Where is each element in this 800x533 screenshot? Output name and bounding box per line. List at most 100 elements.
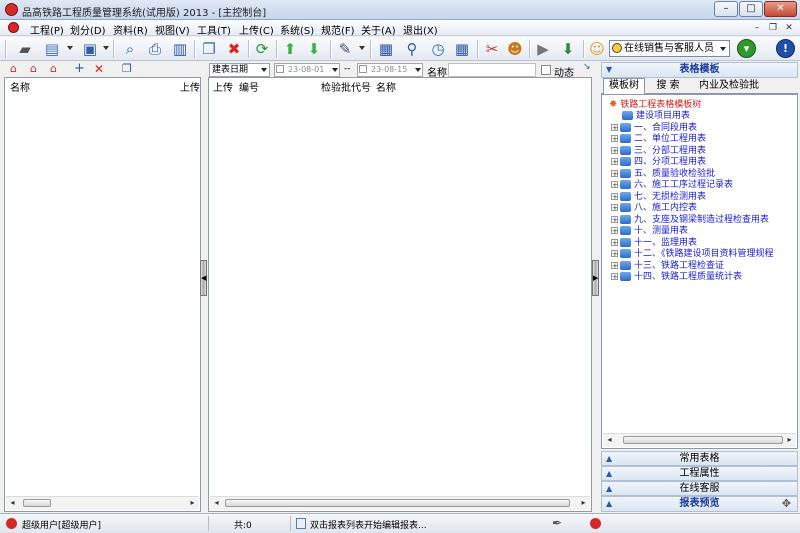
tree-item[interactable]: + 八、施工内控表 (611, 203, 697, 214)
section-report-preview[interactable]: ▲ 报表预览 ✥ (601, 496, 798, 512)
expand-icon[interactable]: + (611, 146, 618, 154)
download-icon[interactable]: ⬇ (558, 39, 578, 59)
date-to-checkbox[interactable] (359, 65, 367, 73)
column-header-upload[interactable]: 上传 (213, 79, 233, 94)
copy-node-icon[interactable]: ❐ (122, 62, 132, 75)
expand-icon[interactable]: + (611, 192, 618, 200)
center-horizontal-scrollbar[interactable]: ◂ ▸ (210, 496, 590, 510)
scroll-left-arrow[interactable]: ◂ (603, 434, 616, 446)
column-header-upload[interactable]: 上传 (180, 79, 200, 94)
message-icon[interactable]: ▦ (376, 39, 396, 59)
scroll-thumb[interactable] (23, 499, 51, 507)
column-header-name[interactable]: 名称 (376, 79, 396, 94)
home-icon[interactable]: ⌂ (10, 62, 17, 75)
expand-icon[interactable]: + (611, 215, 618, 223)
delete-icon[interactable]: ✖ (224, 39, 244, 59)
tab-internal-inspection[interactable]: 内业及检验批 (693, 79, 765, 94)
scroll-left-arrow[interactable]: ◂ (210, 497, 223, 509)
chevron-down-icon[interactable] (103, 46, 109, 50)
service-select[interactable]: 在线销售与客服人员 (609, 40, 730, 57)
tab-search[interactable]: 搜 索 (647, 79, 689, 94)
scroll-right-arrow[interactable]: ▸ (783, 434, 796, 446)
remove-icon[interactable]: ✕ (94, 62, 104, 76)
tools-icon[interactable]: ✂ (482, 39, 502, 59)
mdi-close-icon[interactable]: ✕ (782, 22, 796, 34)
users-icon[interactable]: ☻ (505, 39, 525, 59)
move-down-icon[interactable]: ⬇ (304, 39, 324, 59)
scroll-left-arrow[interactable]: ◂ (6, 497, 19, 509)
expand-icon[interactable]: + (611, 123, 618, 131)
column-header-batch-code[interactable]: 检验批代号 (321, 79, 371, 94)
chevron-down-icon[interactable] (359, 46, 365, 50)
open-folder-icon[interactable]: ▰ (15, 39, 35, 59)
report-list-panel[interactable]: 上传 编号 检验批代号 名称 ◂ ▸ (208, 77, 592, 512)
chevron-down-icon[interactable] (332, 68, 338, 72)
refresh-icon[interactable]: ⟳ (252, 39, 272, 59)
expand-icon[interactable]: + (611, 261, 618, 269)
tree-item[interactable]: 建设项目用表 (622, 111, 690, 122)
template-panel-header[interactable]: ▼ 表格模板 (601, 62, 798, 78)
date-type-select[interactable]: 建表日期 (209, 63, 270, 77)
right-splitter-handle[interactable]: ▶ (592, 260, 599, 296)
section-project-properties[interactable]: ▲ 工程属性 (601, 466, 798, 481)
expand-icon[interactable]: + (611, 169, 618, 177)
expand-icon[interactable]: + (611, 135, 618, 143)
column-header-name[interactable]: 名称 (10, 79, 30, 94)
expand-icon[interactable]: + (611, 158, 618, 166)
maximize-button[interactable]: □ (739, 1, 763, 17)
expand-icon[interactable]: + (611, 227, 618, 235)
tree-item[interactable]: + 十一、监理用表 (611, 237, 697, 249)
save-icon[interactable]: ▣ (80, 39, 100, 59)
menu-about[interactable]: 关于(A) (361, 22, 396, 37)
menu-project[interactable]: 工程(P) (30, 22, 64, 37)
home-edit-icon[interactable]: ⌂ (50, 62, 57, 75)
tree-horizontal-scrollbar[interactable]: ◂ ▸ (603, 433, 796, 447)
search-icon[interactable]: ⚲ (402, 39, 422, 59)
tree-item[interactable]: + 九、支座及钢梁制造过程检查用表 (611, 214, 769, 226)
menu-tools[interactable]: 工具(T) (197, 22, 231, 37)
menu-data[interactable]: 资料(R) (113, 22, 148, 37)
tree-item[interactable]: + 二、单位工程用表 (611, 134, 706, 145)
print-icon[interactable]: ⎙ (145, 39, 165, 59)
date-from-checkbox[interactable] (276, 65, 284, 73)
info-button[interactable]: ! (776, 39, 795, 58)
left-horizontal-scrollbar[interactable]: ◂ ▸ (6, 496, 199, 510)
tree-item[interactable]: + 一、合同段用表 (611, 122, 697, 134)
print-setup-icon[interactable]: ▥ (170, 39, 190, 59)
mdi-minimize-icon[interactable]: – (750, 22, 764, 34)
chevron-down-icon[interactable] (415, 68, 421, 72)
tree-item[interactable]: + 五、质量验收检验批 (611, 168, 715, 180)
scroll-thumb[interactable] (623, 436, 783, 444)
mdi-restore-icon[interactable]: ❐ (766, 22, 780, 34)
date-from-field[interactable]: 23-08-01 (274, 63, 342, 77)
template-tree[interactable]: ✸ 铁路工程表格模板树 建设项目用表 + 一、合同段用表 + 二、单位工程用表 + 三、分部… (601, 94, 798, 449)
upload-icon[interactable]: ▶ (533, 39, 553, 59)
scroll-right-arrow[interactable]: ▸ (186, 497, 199, 509)
menu-division[interactable]: 划分(D) (70, 22, 106, 37)
dynamic-checkbox[interactable] (541, 65, 551, 75)
filter-expand-icon[interactable]: ↘ (583, 62, 591, 72)
edit-icon[interactable]: ✎ (335, 39, 355, 59)
expand-icon[interactable]: + (611, 273, 618, 281)
tab-template-tree[interactable]: 模板树 (603, 78, 645, 94)
tree-item[interactable]: + 十三、铁路工程检查证 (611, 260, 724, 272)
section-online-service[interactable]: ▲ 在线客服 (601, 481, 798, 496)
scroll-right-arrow[interactable]: ▸ (577, 497, 590, 509)
menu-exit[interactable]: 退出(X) (403, 22, 438, 37)
tree-item[interactable]: + 六、施工工序过程记录表 (611, 180, 733, 191)
menu-view[interactable]: 视图(V) (155, 22, 190, 37)
date-to-field[interactable]: 23-08-15 (357, 63, 423, 77)
expand-icon[interactable]: + (611, 204, 618, 212)
new-document-icon[interactable]: ▤ (42, 39, 62, 59)
minimize-button[interactable]: – (714, 1, 738, 17)
pin-icon[interactable]: ✥ (782, 497, 791, 510)
tree-item[interactable]: + 四、分项工程用表 (611, 157, 706, 168)
tree-item[interactable]: + 十二、《铁路建设项目资料管理规程 (611, 249, 774, 260)
name-filter-input[interactable] (448, 63, 536, 77)
left-splitter-handle[interactable]: ◀ (200, 260, 207, 296)
scroll-thumb[interactable] (225, 499, 570, 507)
print-preview-icon[interactable]: ⌕ (120, 39, 140, 59)
column-header-number[interactable]: 编号 (239, 79, 259, 94)
close-button[interactable]: ✕ (764, 1, 797, 17)
menu-spec[interactable]: 规范(F) (321, 22, 355, 37)
